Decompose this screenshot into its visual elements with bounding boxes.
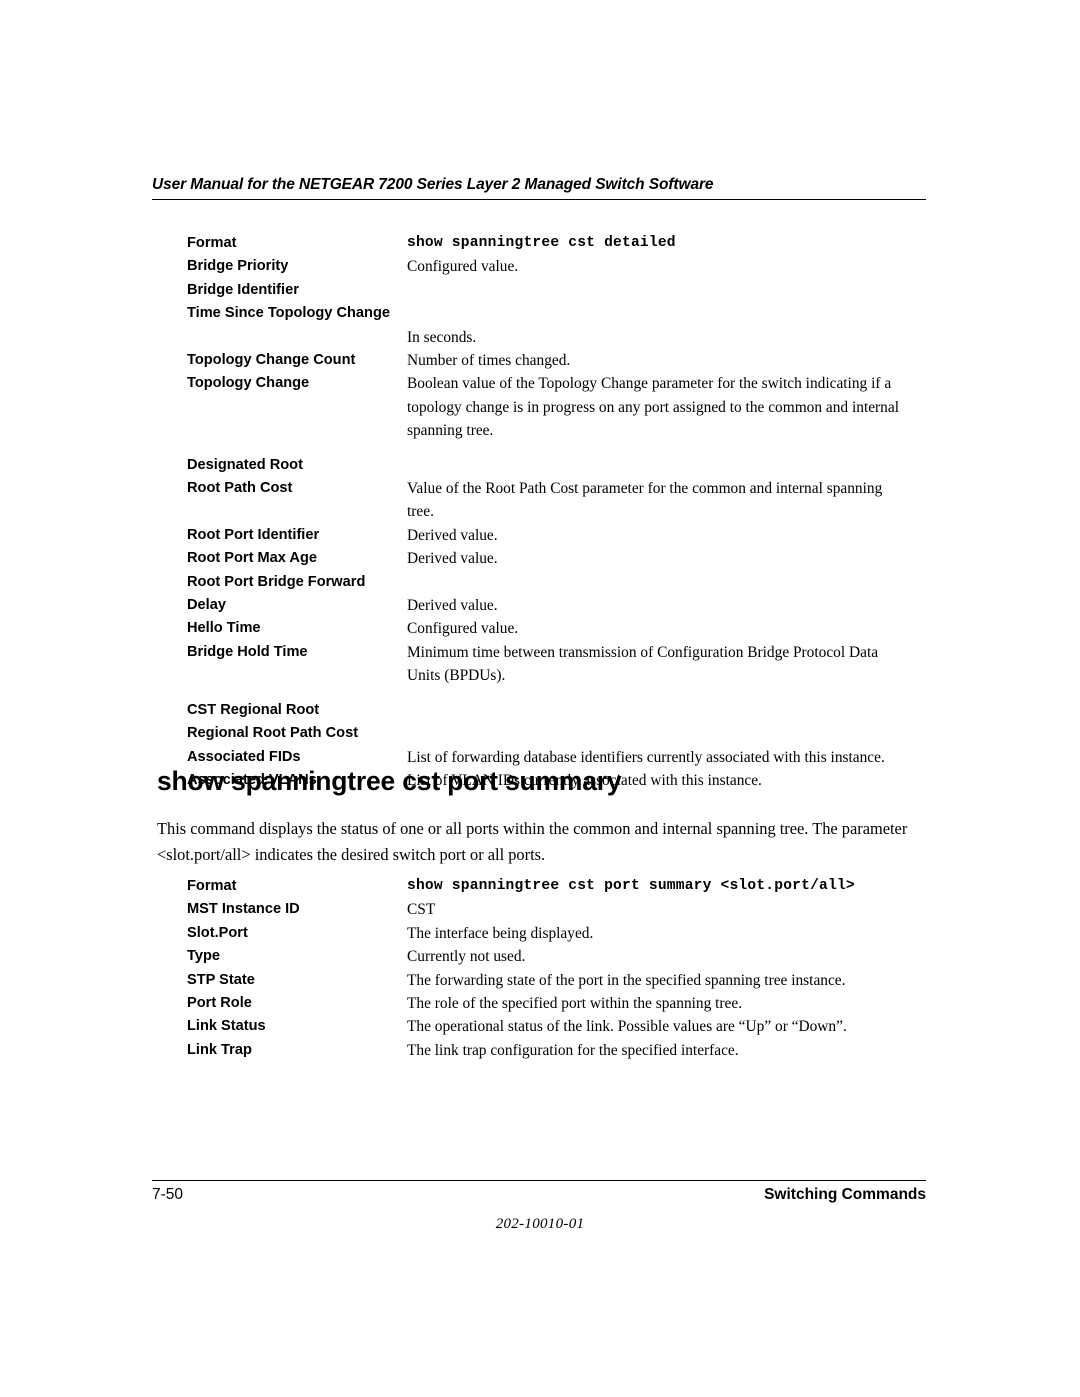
definition-row: Root Port Bridge Forward Delay Derived va… bbox=[187, 571, 912, 618]
definition-row: Regional Root Path Cost bbox=[187, 722, 912, 745]
definition-term: Format bbox=[187, 878, 237, 894]
footer-rule bbox=[152, 1180, 926, 1181]
definition-term: Port Role bbox=[187, 995, 252, 1012]
definition-term: Bridge Hold Time bbox=[187, 643, 308, 660]
definition-row: MST Instance ID CST bbox=[187, 898, 912, 921]
running-head-title: User Manual for the NETGEAR 7200 Series … bbox=[152, 176, 714, 193]
definition-description: CST bbox=[407, 901, 436, 919]
definition-row: Root Port Max Age Derived value. bbox=[187, 547, 912, 570]
definition-row: Designated Root bbox=[187, 454, 912, 477]
definition-description: Number of times changed. bbox=[407, 352, 571, 370]
definition-row: Hello Time Configured value. bbox=[187, 617, 912, 640]
definition-description: Currently not used. bbox=[407, 948, 526, 966]
running-head: User Manual for the NETGEAR 7200 Series … bbox=[152, 176, 926, 200]
definition-description: The role of the specified port within th… bbox=[407, 995, 743, 1013]
definition-term: STP State bbox=[187, 971, 255, 988]
definition-row: Format show spanningtree cst port summary… bbox=[187, 875, 912, 898]
definition-term: Type bbox=[187, 948, 220, 965]
definition-term: Root Port Bridge Forward Delay bbox=[187, 573, 366, 614]
footer: 7-50 Switching Commands bbox=[152, 1186, 926, 1204]
definition-description: Derived value. bbox=[407, 550, 498, 568]
definition-row: Bridge Hold Time Minimum time between tra… bbox=[187, 641, 912, 688]
definition-term: Designated Root bbox=[187, 456, 303, 473]
definition-description: The interface being displayed. bbox=[407, 924, 594, 942]
definition-term: Format bbox=[187, 235, 237, 251]
definition-term: CST Regional Root bbox=[187, 701, 320, 718]
definition-description: Value of the Root Path Cost parameter fo… bbox=[407, 480, 883, 521]
definition-description: Minimum time between transmission of Con… bbox=[407, 643, 879, 685]
definition-row: Root Port Identifier Derived value. bbox=[187, 524, 912, 547]
definition-term: Bridge Identifier bbox=[187, 281, 299, 298]
definition-term: Root Port Max Age bbox=[187, 550, 317, 567]
definition-term: Time Since Topology Change bbox=[187, 305, 390, 322]
definition-command: show spanningtree cst detailed bbox=[407, 235, 676, 251]
definition-row: Root Path Cost Value of the Root Path Cos… bbox=[187, 477, 912, 524]
definition-description: Boolean value of the Topology Change par… bbox=[407, 375, 899, 440]
definition-term: Regional Root Path Cost bbox=[187, 725, 359, 742]
definition-term: Slot.Port bbox=[187, 924, 248, 941]
definition-description: Derived value. bbox=[407, 597, 498, 615]
definition-row: CST Regional Root bbox=[187, 699, 912, 722]
definition-description: Derived value. bbox=[407, 526, 498, 544]
definition-term: Topology Change bbox=[187, 375, 310, 392]
definition-table-cst-detailed: Format show spanningtree cst detailed Brid… bbox=[187, 232, 912, 792]
definition-term: Root Path Cost bbox=[187, 480, 293, 497]
definition-table-cst-port-summary: Format show spanningtree cst port summary… bbox=[187, 875, 912, 1062]
definition-term: Link Trap bbox=[187, 1041, 252, 1058]
definition-row: Bridge Priority Configured value. bbox=[187, 255, 912, 278]
definition-row: Topology Change Boolean value of the Topo… bbox=[187, 372, 912, 442]
section-heading: show spanningtree cst port summary bbox=[157, 766, 622, 796]
definition-term: Root Port Identifier bbox=[187, 526, 320, 543]
definition-row: Bridge Identifier bbox=[187, 279, 912, 302]
definition-term: Link Status bbox=[187, 1018, 266, 1035]
definition-row: Link Trap The link trap configuration for… bbox=[187, 1039, 912, 1062]
definition-description: In seconds. bbox=[407, 328, 477, 346]
definition-row: Slot.Port The interface being displayed. bbox=[187, 922, 912, 945]
definition-term: Hello Time bbox=[187, 620, 261, 637]
definition-command: show spanningtree cst port summary <slot… bbox=[407, 878, 855, 894]
definition-description: The forwarding state of the port in the … bbox=[407, 971, 846, 989]
footer-document-number: 202-10010-01 bbox=[495, 1216, 585, 1232]
definition-row: Topology Change Count Number of times cha… bbox=[187, 349, 912, 372]
definition-term: Bridge Priority bbox=[187, 258, 289, 275]
definition-row: Link Status The operational status of the… bbox=[187, 1015, 912, 1038]
definition-row: Type Currently not used. bbox=[187, 945, 912, 968]
definition-description: The link trap configuration for the spec… bbox=[407, 1041, 739, 1059]
definition-row: STP State The forwarding state of the por… bbox=[187, 969, 912, 992]
definition-description: The operational status of the link. Poss… bbox=[407, 1018, 847, 1036]
definition-description: Configured value. bbox=[407, 258, 519, 276]
definition-row: Port Role The role of the specified port … bbox=[187, 992, 912, 1015]
definition-description: Configured value. bbox=[407, 620, 519, 638]
definition-row: Format show spanningtree cst detailed bbox=[187, 232, 912, 255]
definition-term: MST Instance ID bbox=[187, 901, 300, 918]
definition-row: Time Since Topology Change In seconds. bbox=[187, 302, 912, 349]
footer-chapter-name: Switching Commands bbox=[764, 1186, 926, 1203]
section-paragraph: This command displays the status of one … bbox=[157, 819, 908, 864]
running-head-rule bbox=[152, 199, 926, 200]
definition-term: Topology Change Count bbox=[187, 352, 356, 369]
document-page: User Manual for the NETGEAR 7200 Series … bbox=[0, 0, 1080, 1397]
footer-page-number: 7-50 bbox=[152, 1186, 184, 1203]
